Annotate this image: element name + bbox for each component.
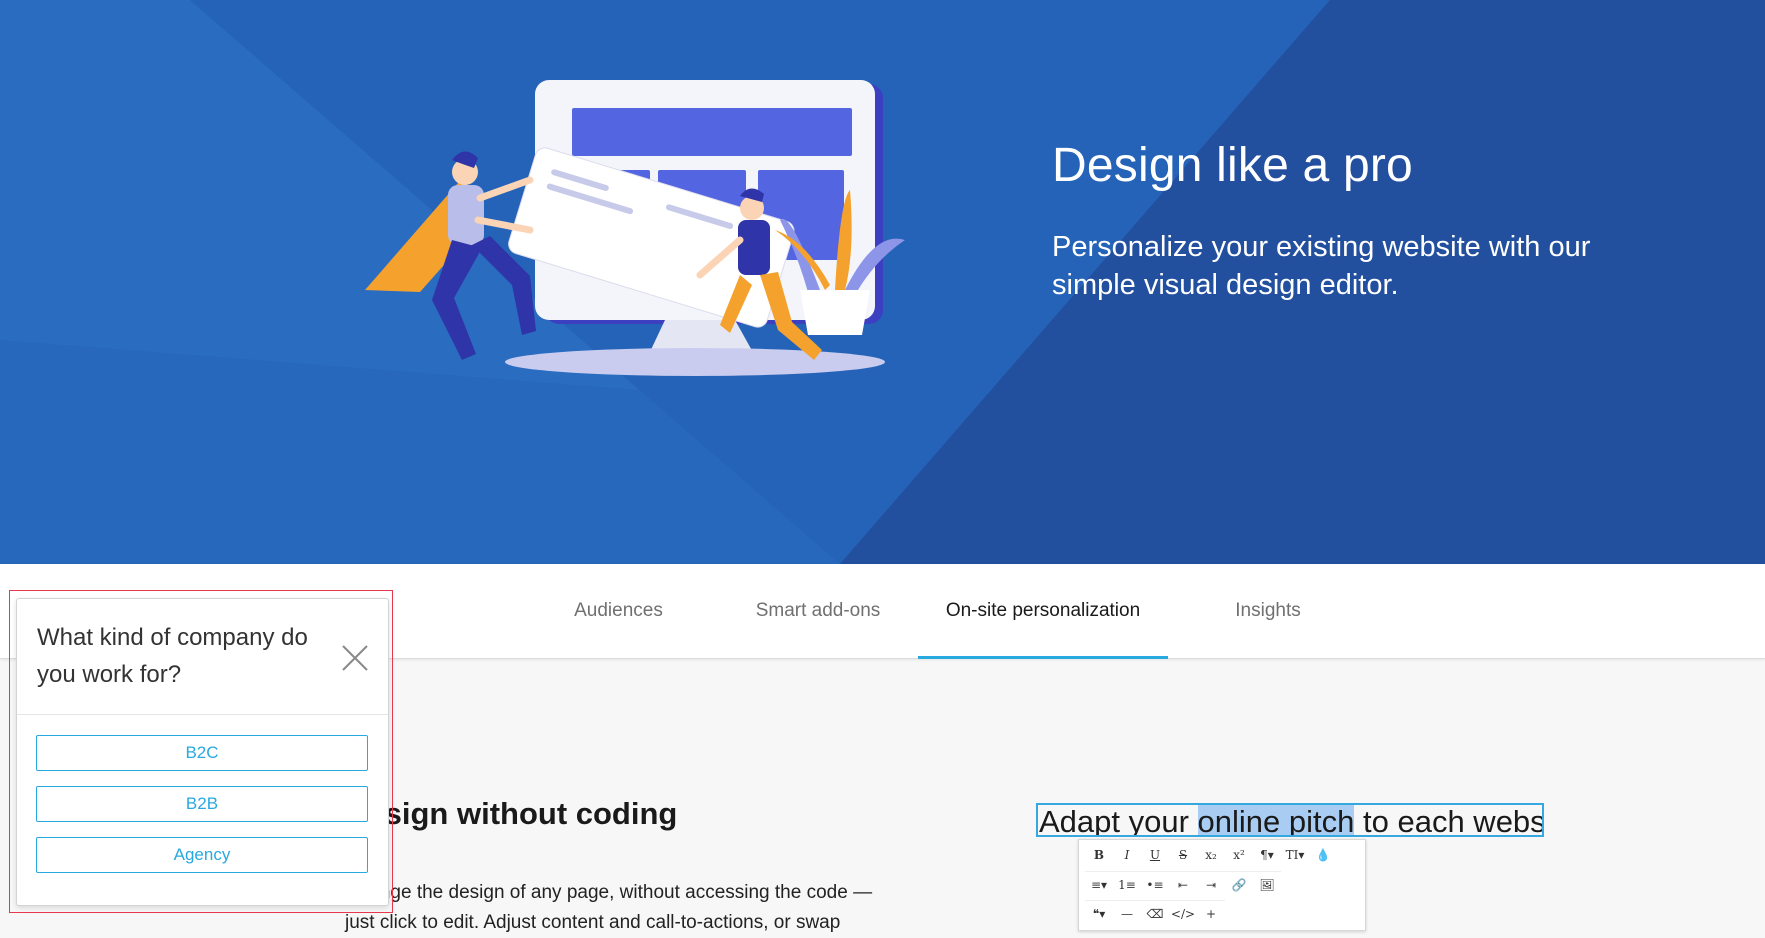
underline-button[interactable]: U bbox=[1141, 843, 1169, 867]
popup-divider bbox=[17, 714, 388, 715]
tab-on-site-personalization[interactable]: On-site personalization bbox=[918, 564, 1168, 659]
indent-button[interactable]: ⇥ bbox=[1197, 873, 1225, 897]
section-text: Change the design of any page, without a… bbox=[345, 882, 873, 933]
option-b2c-button[interactable]: B2C bbox=[36, 735, 368, 771]
editor-text-before: Adapt your bbox=[1039, 804, 1198, 837]
code-view-icon[interactable]: </> bbox=[1169, 902, 1197, 926]
tab-insights[interactable]: Insights bbox=[1215, 564, 1321, 658]
company-type-popup: What kind of company do you work for? B2… bbox=[16, 598, 389, 906]
insert-more-icon[interactable]: + bbox=[1197, 902, 1225, 926]
popup-question: What kind of company do you work for? bbox=[37, 624, 308, 688]
hero-subtitle: Personalize your existing website with o… bbox=[1052, 231, 1591, 301]
clear-format-icon[interactable]: ⌫ bbox=[1141, 902, 1169, 926]
ordered-list-button[interactable]: 1≡ bbox=[1113, 873, 1141, 897]
link-icon[interactable]: 🔗 bbox=[1225, 873, 1253, 897]
editor-text-after: to each website bbox=[1363, 804, 1542, 837]
strikethrough-button[interactable]: S bbox=[1169, 843, 1197, 867]
image-icon[interactable]: 🖼 bbox=[1253, 873, 1281, 897]
hero-banner: Design like a pro Personalize your exist… bbox=[0, 0, 1765, 564]
quote-button[interactable]: ❝▾ bbox=[1085, 902, 1113, 926]
option-agency-button[interactable]: Agency bbox=[36, 837, 368, 873]
superscript-button[interactable]: x² bbox=[1225, 843, 1253, 867]
font-size-button[interactable]: TI▾ bbox=[1281, 843, 1309, 867]
hero-title: Design like a pro bbox=[1052, 139, 1413, 192]
editor-text-selected: online pitch bbox=[1197, 804, 1355, 837]
paragraph-format-button[interactable]: ¶▾ bbox=[1253, 843, 1281, 867]
tab-smart-add-ons[interactable]: Smart add-ons bbox=[742, 564, 894, 658]
editor-text-line[interactable]: Adapt your online pitch to each website bbox=[1036, 803, 1544, 837]
close-icon[interactable] bbox=[339, 642, 371, 674]
unordered-list-button[interactable]: •≡ bbox=[1141, 873, 1169, 897]
align-button[interactable]: ≡▾ bbox=[1085, 873, 1113, 897]
tab-audiences[interactable]: Audiences bbox=[556, 564, 681, 658]
color-drop-icon[interactable]: 💧 bbox=[1309, 843, 1337, 867]
option-b2b-button[interactable]: B2B bbox=[36, 786, 368, 822]
subscript-button[interactable]: x₂ bbox=[1197, 843, 1225, 867]
horizontal-line-button[interactable]: — bbox=[1113, 902, 1141, 926]
outdent-button[interactable]: ⇤ bbox=[1169, 873, 1197, 897]
website-builders-illustration bbox=[365, 80, 905, 376]
editor-toolbar: B I U S x₂ x² ¶▾ TI▾ 💧 ≡▾ 1≡ •≡ ⇤ ⇥ 🔗 🖼 … bbox=[1078, 839, 1366, 931]
italic-button[interactable]: I bbox=[1113, 843, 1141, 867]
section-heading: Design without coding bbox=[345, 796, 678, 831]
bold-button[interactable]: B bbox=[1085, 843, 1113, 867]
